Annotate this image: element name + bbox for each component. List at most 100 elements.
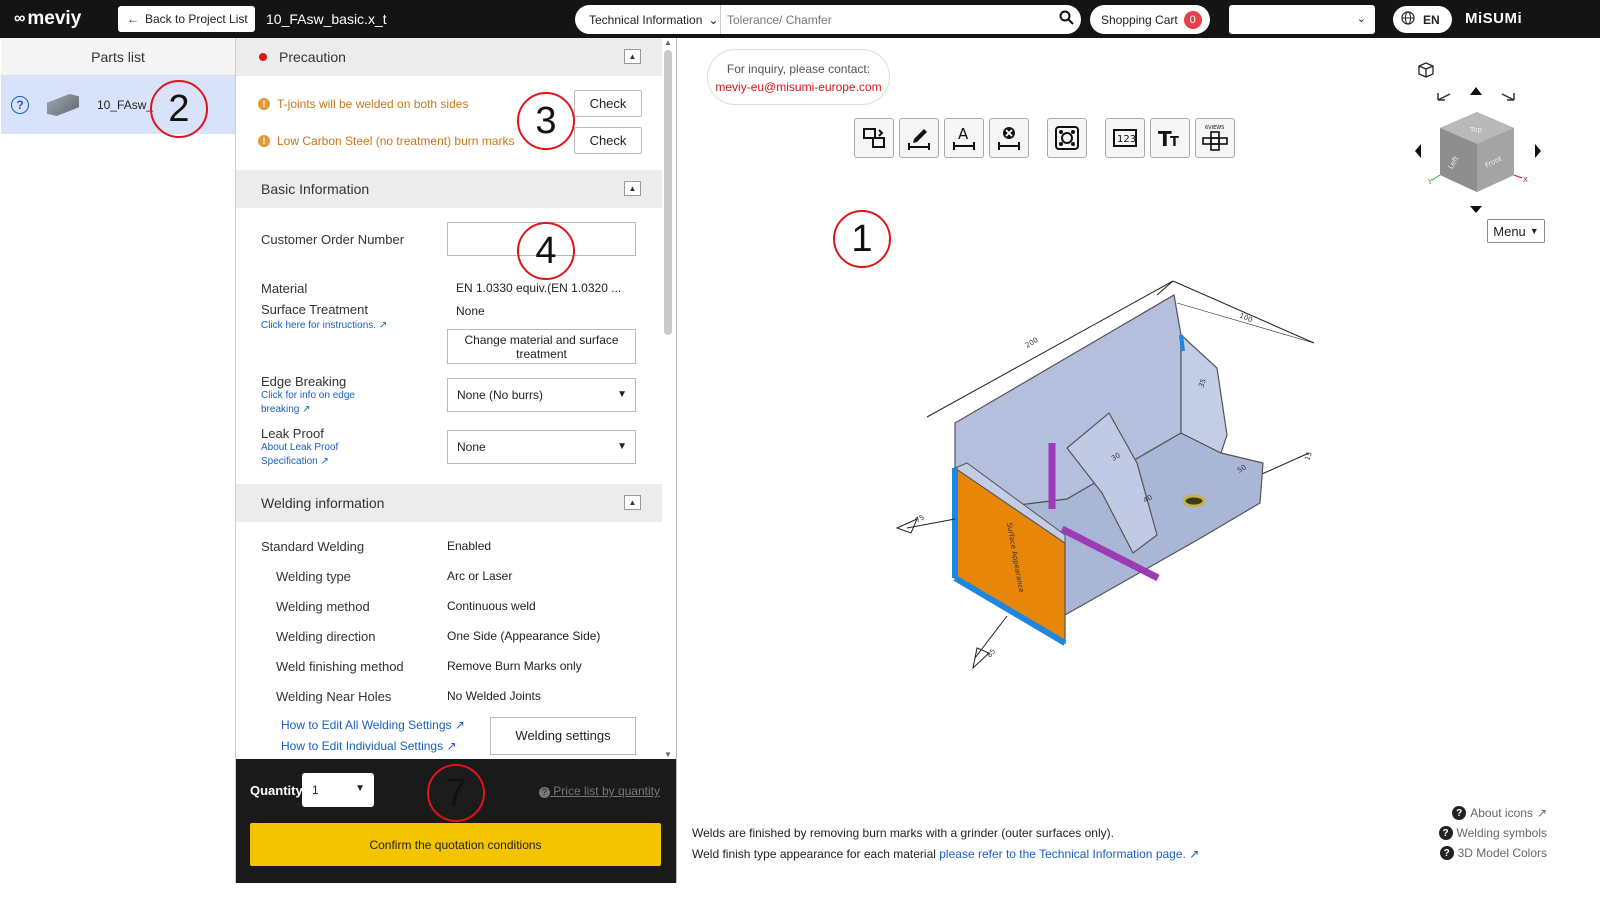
edit-dimension-icon[interactable]: [899, 118, 939, 158]
collapse-up-icon[interactable]: ▲: [624, 49, 641, 64]
edit-individual-welding-link[interactable]: How to Edit Individual Settings ↗: [281, 739, 457, 753]
text-size-icon[interactable]: TT: [1150, 118, 1190, 158]
callout-marker: 2: [150, 80, 208, 138]
scroll-down-icon[interactable]: ▼: [664, 750, 672, 759]
welding-settings-button[interactable]: Welding settings: [490, 717, 636, 755]
weld-row-value: Enabled: [447, 539, 492, 553]
weld-row-label: Welding direction: [276, 629, 376, 644]
search-icon[interactable]: [1051, 10, 1081, 29]
back-label: Back to Project List: [145, 12, 248, 26]
warning-icon: !: [258, 97, 270, 110]
details-scrollbar[interactable]: ▲ ▼: [663, 38, 674, 759]
swap-part-icon[interactable]: [854, 118, 894, 158]
weld-row-value: Continuous weld: [447, 599, 536, 613]
warning-icon: !: [258, 134, 270, 147]
collapse-up-icon[interactable]: ▲: [624, 495, 641, 510]
part-thumbnail: [47, 94, 79, 116]
views-icon[interactable]: 6VIEWS: [1195, 118, 1235, 158]
hole-view-icon[interactable]: [1047, 118, 1087, 158]
external-link-icon: ↗: [378, 320, 388, 331]
numbers-icon[interactable]: 123: [1105, 118, 1145, 158]
leak-proof-value: None: [457, 440, 486, 454]
external-link-icon: ↗: [1536, 806, 1547, 820]
dimension-label: 15: [1303, 451, 1314, 462]
chevron-down-icon: ▼: [355, 783, 365, 794]
view-cube[interactable]: Top Left Front Y X: [1402, 80, 1552, 220]
material-value: EN 1.0330 equiv.(EN 1.0320 ...: [456, 281, 622, 295]
svg-text:123: 123: [1117, 134, 1136, 145]
cart-label: Shopping Cart: [1101, 12, 1178, 27]
leak-proof-link[interactable]: About Leak Proof Specification ↗: [261, 441, 371, 469]
welding-symbols-link[interactable]: ? Welding symbols: [1438, 826, 1547, 840]
shopping-cart-button[interactable]: Shopping Cart 0: [1090, 5, 1210, 34]
weld-row-value: Arc or Laser: [447, 569, 513, 583]
file-name: 10_FAsw_basic.x_t: [266, 11, 387, 27]
text-dimension-icon[interactable]: A: [944, 118, 984, 158]
quantity-select[interactable]: 1 ▼: [302, 773, 374, 807]
meviy-logo[interactable]: ∞ meviy: [14, 8, 81, 30]
svg-text:A: A: [958, 125, 969, 143]
delete-dimension-icon[interactable]: [989, 118, 1029, 158]
surface-label: Surface Treatment: [261, 302, 368, 317]
account-select[interactable]: ⌄: [1229, 5, 1375, 34]
svg-text:X: X: [1523, 176, 1528, 184]
menu-label: Menu: [1493, 223, 1526, 239]
external-link-icon: ↗: [1189, 847, 1200, 861]
edge-breaking-label: Edge Breaking: [261, 374, 347, 389]
order-number-label: Customer Order Number: [261, 232, 405, 247]
model-viewer[interactable]: For inquiry, please contact: meviy-eu@mi…: [676, 38, 1567, 883]
edit-all-welding-link[interactable]: How to Edit All Welding Settings ↗: [281, 718, 465, 732]
external-link-icon: ↗: [454, 718, 465, 732]
price-list-link[interactable]: ? Price list by quantity: [538, 784, 660, 798]
basic-info-header[interactable]: Basic Information ▲: [236, 170, 662, 208]
change-material-button[interactable]: Change material and surface treatment: [447, 329, 636, 364]
meviy-logo-mark-icon: ∞: [14, 10, 25, 27]
confirm-quotation-button[interactable]: Confirm the quotation conditions: [250, 823, 661, 866]
question-icon[interactable]: ?: [11, 96, 29, 114]
inquiry-email[interactable]: meviy-eu@misumi-europe.com: [708, 78, 889, 96]
callout-marker: 4: [517, 222, 575, 280]
search-category-label: Technical Information: [589, 12, 703, 27]
search-input[interactable]: [721, 12, 1051, 27]
search-bar: Technical Information ⌄: [575, 5, 1081, 34]
edge-breaking-select[interactable]: None (No burrs) ▼: [447, 378, 636, 412]
precaution-item: ! T-joints will be welded on both sides …: [236, 85, 662, 122]
weld-row-value: No Welded Joints: [447, 689, 541, 703]
3d-part-model[interactable]: 200 100 15 75 85 30 40 50 35 Surface App…: [877, 273, 1337, 683]
leak-proof-select[interactable]: None ▼: [447, 430, 636, 464]
technical-info-link[interactable]: please refer to the Technical Informatio…: [939, 847, 1199, 861]
parts-list-title: Parts list: [1, 38, 235, 76]
leak-proof-label: Leak Proof: [261, 426, 324, 441]
collapse-up-icon[interactable]: ▲: [624, 181, 641, 196]
check-button[interactable]: Check: [574, 127, 642, 154]
dimension-label: 100: [1238, 312, 1253, 325]
scroll-thumb[interactable]: [664, 50, 672, 335]
quantity-value: 1: [312, 783, 319, 797]
precaution-header[interactable]: Precaution ▲: [236, 38, 662, 76]
chevron-down-icon: ⌄: [1356, 13, 1366, 25]
back-to-project-list-button[interactable]: ← Back to Project List: [118, 6, 255, 32]
edge-breaking-value: None (No burrs): [457, 388, 544, 402]
weld-row-label: Standard Welding: [261, 539, 365, 554]
about-icons-link[interactable]: ? About icons ↗: [1452, 806, 1547, 820]
search-category-select[interactable]: Technical Information ⌄: [575, 5, 721, 34]
arrow-left-icon: ←: [127, 12, 139, 26]
model-colors-link[interactable]: ? 3D Model Colors: [1439, 846, 1547, 860]
check-button[interactable]: Check: [574, 90, 642, 117]
cube-view-icon[interactable]: [1417, 61, 1435, 82]
external-link-icon: ↗: [302, 404, 311, 415]
inquiry-contact-box: For inquiry, please contact: meviy-eu@mi…: [707, 49, 890, 105]
viewer-menu-button[interactable]: Menu ▼: [1487, 219, 1545, 243]
callout-marker: 7: [427, 764, 485, 822]
chevron-down-icon: ⌄: [708, 12, 719, 27]
dimension-label: 85: [985, 647, 997, 659]
edge-breaking-link[interactable]: Click for info on edge breaking ↗: [261, 389, 381, 417]
external-link-icon: ↗: [446, 739, 457, 753]
scroll-up-icon[interactable]: ▲: [664, 38, 672, 47]
details-panel: Precaution ▲ ! T-joints will be welded o…: [236, 38, 662, 759]
language-button[interactable]: EN: [1393, 6, 1452, 33]
basic-info-title: Basic Information: [261, 181, 370, 197]
welding-info-header[interactable]: Welding information ▲: [236, 484, 662, 522]
misumi-logo[interactable]: MiSUMi: [1465, 10, 1522, 27]
surface-instructions-link[interactable]: Click here for instructions. ↗: [261, 319, 387, 333]
